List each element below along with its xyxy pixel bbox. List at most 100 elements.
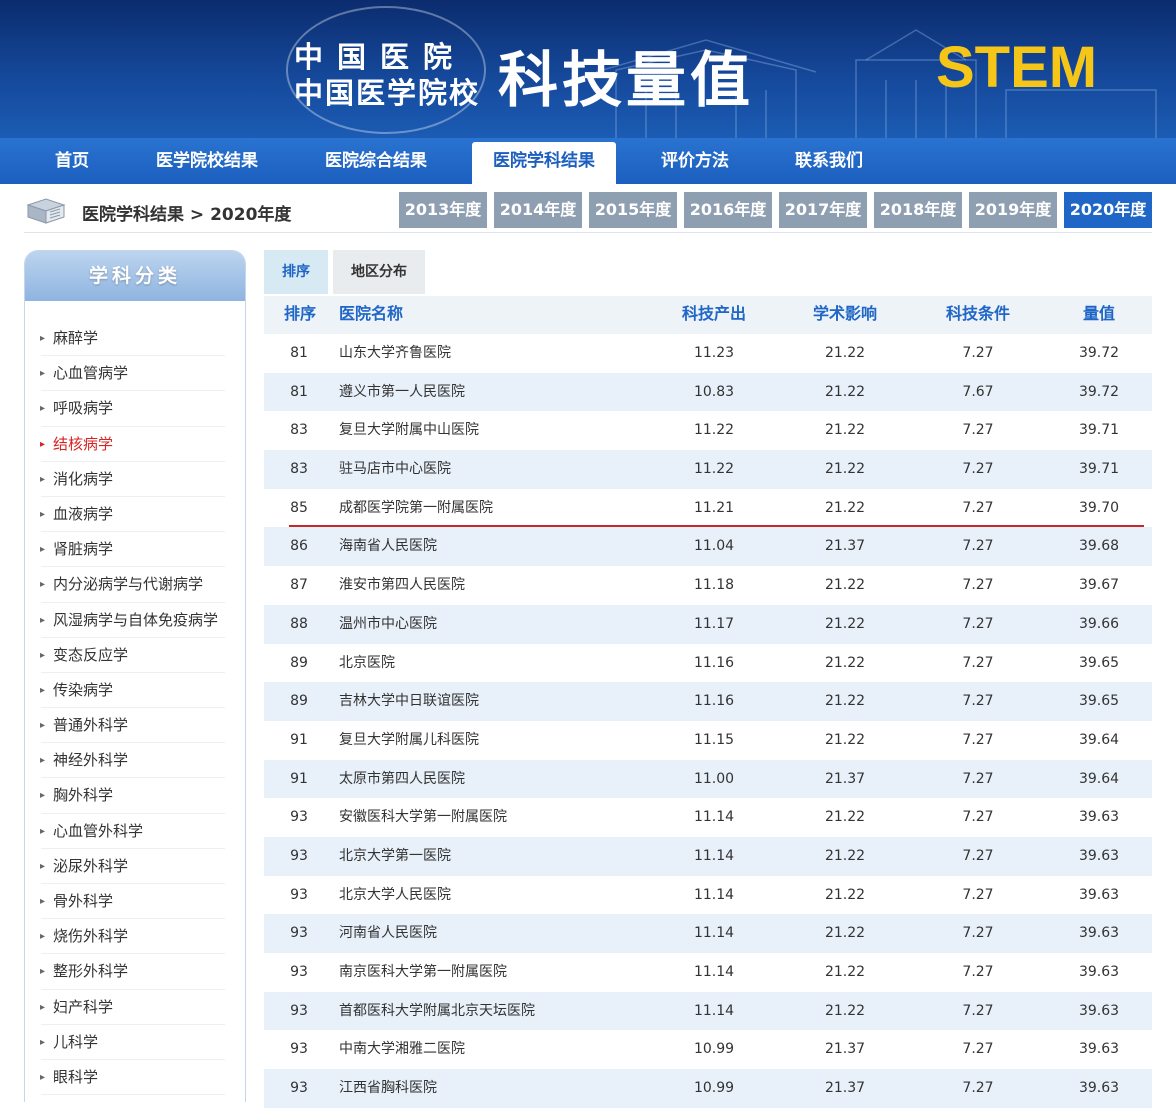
table-row: 93 北京大学第一医院 11.14 21.22 7.27 39.63: [264, 836, 1152, 876]
table-row: 81 山东大学齐鲁医院 11.23 21.22 7.27 39.72: [264, 334, 1152, 373]
header-rank: 排序: [284, 304, 317, 323]
year-2018-button[interactable]: 2018年度: [874, 192, 962, 228]
sidebar-item[interactable]: ▸ 传染病学: [25, 673, 245, 709]
tab-ranking[interactable]: 排序: [264, 250, 328, 294]
rank-cell: 89: [290, 693, 308, 710]
hospital-name-cell[interactable]: 复旦大学附属儿科医院: [339, 721, 479, 759]
conditions-cell: 7.27: [962, 964, 994, 980]
hospital-name-cell[interactable]: 吉林大学中日联谊医院: [339, 682, 479, 720]
conditions-cell: 7.27: [962, 847, 994, 864]
table-row: 83 驻马店市中心医院 11.22 21.22 7.27 39.71: [264, 450, 1152, 489]
hospital-name-cell[interactable]: 海南省人民医院: [339, 527, 437, 565]
sidebar-item[interactable]: ▸ 泌尿外科学: [25, 849, 245, 885]
hospital-name-cell[interactable]: 中南大学湘雅二医院: [339, 1030, 465, 1068]
chevron-right-icon: ▸: [40, 544, 46, 556]
conditions-cell: 7.27: [962, 1002, 994, 1019]
hospital-name-cell[interactable]: 太原市第四人民医院: [339, 760, 465, 798]
conditions-cell: 7.27: [962, 693, 994, 710]
value-cell: 39.64: [1078, 770, 1120, 787]
conditions-cell: 7.27: [962, 499, 994, 516]
table-row: 93 南京医科大学第一附属医院 11.14 21.22 7.27 39.63: [264, 953, 1152, 992]
sidebar-item[interactable]: ▸ 结核病学: [25, 427, 245, 462]
year-2017-button[interactable]: 2017年度: [779, 192, 867, 228]
impact-cell: 21.22: [824, 499, 866, 516]
year-2019-button[interactable]: 2019年度: [969, 192, 1057, 228]
hospital-name-cell[interactable]: 复旦大学附属中山医院: [339, 411, 479, 449]
impact-cell: 21.22: [824, 925, 866, 942]
sidebar-item[interactable]: ▸ 妇产科学: [25, 990, 245, 1025]
output-cell: 10.83: [693, 383, 735, 400]
sidebar-item[interactable]: ▸ 烧伤外科学: [25, 919, 245, 955]
output-cell: 11.15: [693, 731, 735, 748]
sidebar-item[interactable]: ▸ 心血管外科学: [25, 814, 245, 850]
hospital-name-cell[interactable]: 温州市中心医院: [339, 605, 437, 643]
sidebar-item[interactable]: ▸ 普通外科学: [25, 708, 245, 744]
hospital-name-cell[interactable]: 江西省胸科医院: [339, 1069, 437, 1107]
hospital-name-cell[interactable]: 驻马店市中心医院: [339, 450, 451, 488]
sidebar-item[interactable]: ▸ 呼吸病学: [25, 391, 245, 427]
sidebar-item[interactable]: ▸ 儿科学: [25, 1025, 245, 1061]
sidebar-item[interactable]: ▸ 整形外科学: [25, 954, 245, 990]
sidebar-item[interactable]: ▸ 神经外科学: [25, 743, 245, 779]
hospital-name-cell[interactable]: 成都医学院第一附属医院: [339, 489, 493, 527]
sidebar-item-label: 消化病学: [53, 469, 114, 488]
conditions-cell: 7.27: [962, 731, 994, 748]
sidebar-item[interactable]: ▸ 骨外科学: [25, 884, 245, 920]
divider: [24, 232, 1152, 233]
year-2015-button[interactable]: 2015年度: [589, 192, 677, 228]
hospital-name-cell[interactable]: 遵义市第一人民医院: [339, 373, 465, 411]
conditions-cell: 7.27: [962, 461, 994, 478]
conditions-cell: 7.27: [962, 886, 994, 903]
sidebar-item[interactable]: ▸ 肾脏病学: [25, 532, 245, 568]
header-output: 科技产出: [681, 304, 746, 323]
value-cell: 39.66: [1078, 615, 1120, 632]
table-row: 93 首都医科大学附属北京天坛医院 11.14 21.22 7.27 39.63: [264, 991, 1152, 1031]
sidebar-item[interactable]: ▸ 血液病学: [25, 497, 245, 533]
sidebar-item[interactable]: ▸ 风湿病学与自体免疫病学: [25, 603, 245, 638]
nav-hospital-overall[interactable]: 医院综合结果: [308, 138, 444, 184]
nav-methodology[interactable]: 评价方法: [646, 138, 744, 184]
tab-region-distribution[interactable]: 地区分布: [333, 250, 425, 294]
sidebar-item-label: 传染病学: [53, 680, 114, 699]
value-cell: 39.63: [1078, 925, 1120, 942]
hospital-name-cell[interactable]: 安徽医科大学第一附属医院: [339, 798, 507, 836]
nav-medical-schools[interactable]: 医学院校结果: [140, 138, 274, 184]
sidebar-item[interactable]: ▸ 内分泌病学与代谢病学: [25, 567, 245, 603]
sidebar-item-label: 风湿病学与自体免疫病学: [53, 610, 219, 629]
output-cell: 11.14: [693, 847, 735, 864]
site-title: 科技量值: [498, 46, 754, 116]
hospital-name-cell[interactable]: 北京大学第一医院: [339, 837, 451, 875]
hospital-name-cell[interactable]: 北京大学人民医院: [339, 876, 451, 914]
hospital-name-cell[interactable]: 首都医科大学附属北京天坛医院: [339, 992, 535, 1030]
table-header: 排序 医院名称 科技产出 学术影响 科技条件 量值: [264, 296, 1152, 334]
impact-cell: 21.37: [824, 538, 866, 555]
year-2014-button[interactable]: 2014年度: [494, 192, 582, 228]
year-2020-button[interactable]: 2020年度: [1064, 192, 1152, 228]
sidebar-item[interactable]: ▸ 变态反应学: [25, 638, 245, 674]
nav-contact[interactable]: 联系我们: [780, 138, 878, 184]
table-row: 89 吉林大学中日联谊医院 11.16 21.22 7.27 39.65: [264, 682, 1152, 721]
ranking-table: 排序 医院名称 科技产出 学术影响 科技条件 量值 81 山东大学齐鲁医院 11.2…: [264, 296, 1152, 1108]
sidebar-item[interactable]: ▸ 麻醉学: [25, 321, 245, 357]
impact-cell: 21.22: [824, 461, 866, 478]
nav-hospital-discipline[interactable]: 医院学科结果: [472, 142, 616, 184]
table-row: 93 江西省胸科医院 10.99 21.37 7.27 39.63: [264, 1069, 1152, 1108]
nav-home[interactable]: 首页: [36, 138, 108, 184]
hospital-name-cell[interactable]: 河南省人民医院: [339, 914, 437, 952]
hospital-name-cell[interactable]: 南京医科大学第一附属医院: [339, 953, 507, 991]
hospital-name-cell[interactable]: 山东大学齐鲁医院: [339, 334, 451, 372]
hospital-name-cell[interactable]: 北京医院: [339, 644, 395, 682]
sidebar-item[interactable]: ▸ 眼科学: [25, 1060, 245, 1096]
year-2013-button[interactable]: 2013年度: [399, 192, 487, 228]
sidebar-item[interactable]: ▸ 消化病学: [25, 462, 245, 498]
sidebar-item[interactable]: ▸ 胸外科学: [25, 778, 245, 814]
sidebar-item-label: 血液病学: [53, 504, 114, 523]
sidebar-item-label: 麻醉学: [53, 329, 99, 347]
year-2016-button[interactable]: 2016年度: [684, 192, 772, 228]
rank-cell: 93: [290, 1080, 308, 1097]
header-banner: 中国医院 中国医学院校 科技量值 STEM: [0, 0, 1176, 138]
impact-cell: 21.22: [824, 577, 866, 594]
hospital-name-cell[interactable]: 淮安市第四人民医院: [339, 566, 465, 604]
sidebar-item[interactable]: ▸ 心血管病学: [25, 356, 245, 392]
value-cell: 39.63: [1078, 964, 1120, 980]
